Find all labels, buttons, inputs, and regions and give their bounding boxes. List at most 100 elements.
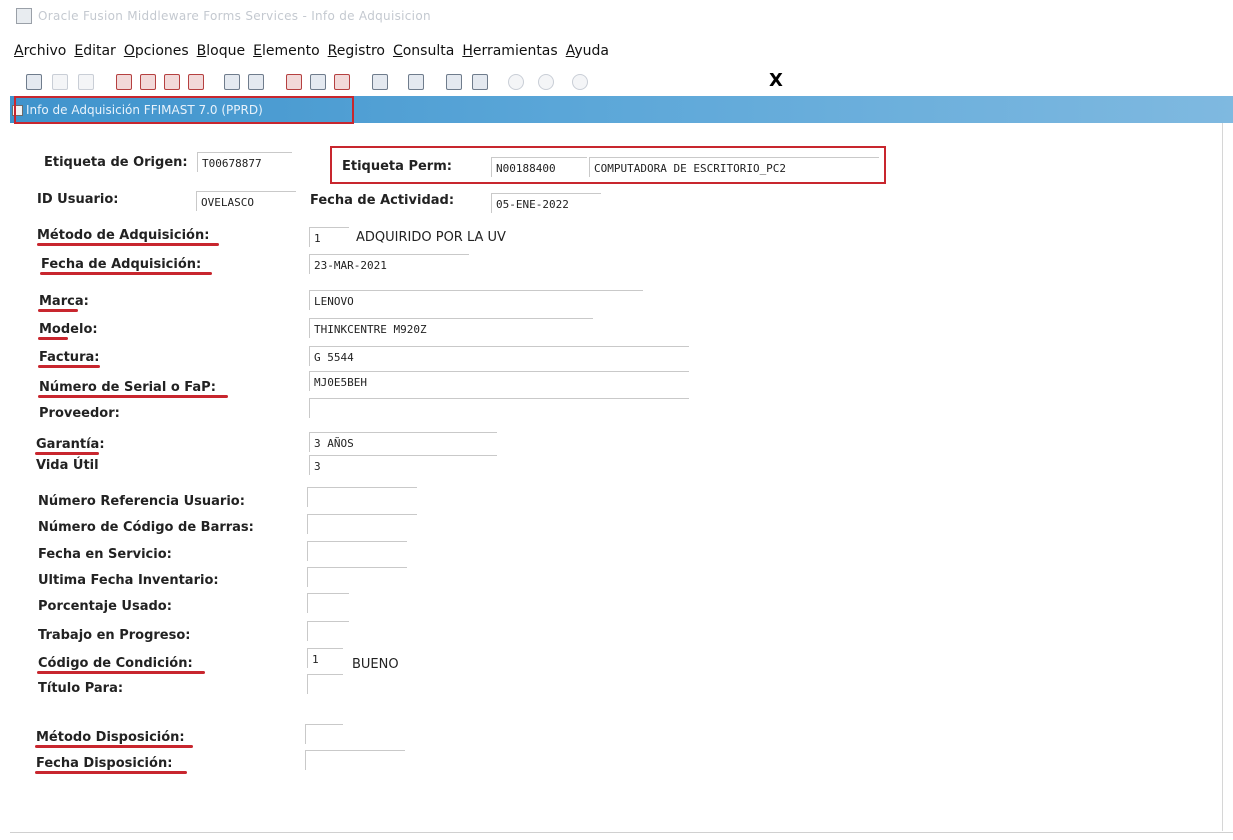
menu-label: lemento	[261, 43, 320, 59]
metodo-adquisicion-underline	[37, 243, 219, 246]
menu-label: ditar	[83, 43, 116, 59]
trabajo-progreso-field[interactable]	[307, 621, 349, 641]
delete-record-icon[interactable]	[334, 74, 350, 90]
form-right-border	[1222, 123, 1223, 831]
marca-field[interactable]: LENOVO	[309, 290, 643, 310]
fecha-servicio-field[interactable]	[307, 541, 407, 561]
menu-mnemonic: O	[123, 43, 135, 59]
rollback-icon[interactable]	[52, 74, 68, 90]
etiqueta-origen-label: Etiqueta de Origen:	[44, 155, 188, 170]
clear-record-icon[interactable]	[310, 74, 326, 90]
factura-label: Factura:	[39, 350, 100, 365]
id-usuario-label: ID Usuario:	[37, 192, 119, 207]
fecha-disposicion-label: Fecha Disposición:	[36, 756, 173, 771]
insert-record-icon[interactable]	[286, 74, 302, 90]
titulo-para-field[interactable]	[307, 674, 343, 694]
attachments-icon[interactable]	[372, 74, 388, 90]
enter-query-icon[interactable]	[224, 74, 240, 90]
codigo-condicion-label: Código de Condición:	[38, 656, 193, 671]
codigo-condicion-desc: BUENO	[352, 657, 399, 672]
metodo-adquisicion-label: Método de Adquisición:	[37, 228, 210, 243]
factura-field[interactable]: G 5544	[309, 346, 689, 366]
menu-mnemonic: A	[14, 43, 24, 59]
tools-icon[interactable]	[538, 74, 554, 90]
vida-util-field[interactable]: 3	[309, 455, 497, 475]
menu-label: pciones	[134, 43, 189, 59]
menu-bar: Archivo Editar Opciones Bloque Elemento …	[14, 43, 617, 65]
menu-editar[interactable]: Editar	[74, 43, 115, 65]
menu-mnemonic: H	[462, 43, 473, 59]
fecha-adquisicion-label: Fecha de Adquisición:	[41, 257, 202, 272]
menu-archivo[interactable]: Archivo	[14, 43, 66, 65]
titulo-para-label: Título Para:	[38, 681, 124, 696]
execute-query-icon[interactable]	[248, 74, 264, 90]
etiqueta-origen-field[interactable]: T00678877	[197, 152, 292, 172]
toolbar: X	[26, 70, 826, 96]
marca-underline	[38, 309, 78, 312]
garantia-field[interactable]: 3 AÑOS	[309, 432, 497, 452]
save-icon[interactable]	[26, 74, 42, 90]
document-icon[interactable]	[472, 74, 488, 90]
extract-data-icon[interactable]	[446, 74, 462, 90]
etiqueta-perm-label: Etiqueta Perm:	[342, 159, 452, 174]
print-icon[interactable]	[408, 74, 424, 90]
metodo-disposicion-underline	[35, 745, 193, 748]
fecha-adquisicion-field[interactable]: 23-MAR-2021	[309, 254, 469, 274]
app-icon	[16, 8, 32, 24]
menu-mnemonic: C	[392, 43, 403, 59]
menu-elemento[interactable]: Elemento	[253, 43, 320, 65]
menu-mnemonic: B	[196, 43, 207, 59]
previous-block-icon[interactable]	[140, 74, 156, 90]
form-title-highlight	[14, 96, 354, 124]
codigo-condicion-underline	[37, 671, 205, 674]
menu-opciones[interactable]: Opciones	[124, 43, 189, 65]
menu-label: erramientas	[472, 43, 558, 59]
serial-underline	[38, 395, 228, 398]
proveedor-field[interactable]	[309, 398, 689, 418]
menu-mnemonic: E	[253, 43, 262, 59]
serial-field[interactable]: MJ0E5BEH	[309, 371, 689, 391]
fecha-actividad-field: 05-ENE-2022	[491, 193, 601, 213]
metodo-adquisicion-code-field[interactable]: 1	[309, 227, 349, 247]
menu-label: onsulta	[402, 43, 455, 59]
fecha-disposicion-underline	[35, 771, 187, 774]
metodo-adquisicion-desc: ADQUIRIDO POR LA UV	[356, 230, 506, 245]
menu-mnemonic: E	[74, 43, 84, 59]
menu-registro[interactable]: Registro	[328, 43, 385, 65]
next-record-icon[interactable]	[164, 74, 180, 90]
menu-consulta[interactable]: Consulta	[393, 43, 454, 65]
menu-herramientas[interactable]: Herramientas	[462, 43, 557, 65]
num-codigo-barras-label: Número de Código de Barras:	[38, 520, 254, 535]
porcentaje-usado-label: Porcentaje Usado:	[38, 599, 172, 614]
proveedor-label: Proveedor:	[39, 406, 120, 421]
related-icon[interactable]	[508, 74, 524, 90]
porcentaje-usado-field[interactable]	[307, 593, 349, 613]
menu-bloque[interactable]: Bloque	[197, 43, 245, 65]
modelo-underline	[38, 337, 68, 340]
marca-label: Marca:	[39, 294, 89, 309]
num-codigo-barras-field[interactable]	[307, 514, 417, 534]
id-usuario-field: OVELASCO	[196, 191, 296, 211]
menu-ayuda[interactable]: Ayuda	[566, 43, 609, 65]
codigo-condicion-code-field[interactable]: 1	[307, 648, 343, 668]
metodo-disposicion-label: Método Disposición:	[36, 730, 185, 745]
next-block-icon[interactable]	[116, 74, 132, 90]
modelo-label: Modelo:	[39, 322, 98, 337]
ultima-fecha-inventario-field[interactable]	[307, 567, 407, 587]
close-icon[interactable]: X	[769, 70, 783, 91]
garantia-underline	[35, 452, 99, 455]
menu-label: egistro	[336, 43, 385, 59]
metodo-disposicion-field[interactable]	[305, 724, 343, 744]
previous-record-icon[interactable]	[188, 74, 204, 90]
trabajo-progreso-label: Trabajo en Progreso:	[38, 628, 191, 643]
fecha-disposicion-field[interactable]	[305, 750, 405, 770]
help-icon[interactable]	[572, 74, 588, 90]
fecha-adquisicion-underline	[40, 272, 212, 275]
num-ref-usuario-field[interactable]	[307, 487, 417, 507]
garantia-label: Garantía:	[36, 437, 105, 452]
modelo-field[interactable]: THINKCENTRE M920Z	[309, 318, 593, 338]
etiqueta-perm-code-field[interactable]: N00188400	[491, 157, 587, 177]
etiqueta-perm-desc-field: COMPUTADORA DE ESCRITORIO_PC2	[589, 157, 879, 177]
print-page-icon[interactable]	[78, 74, 94, 90]
form-bottom-border	[10, 832, 1233, 833]
